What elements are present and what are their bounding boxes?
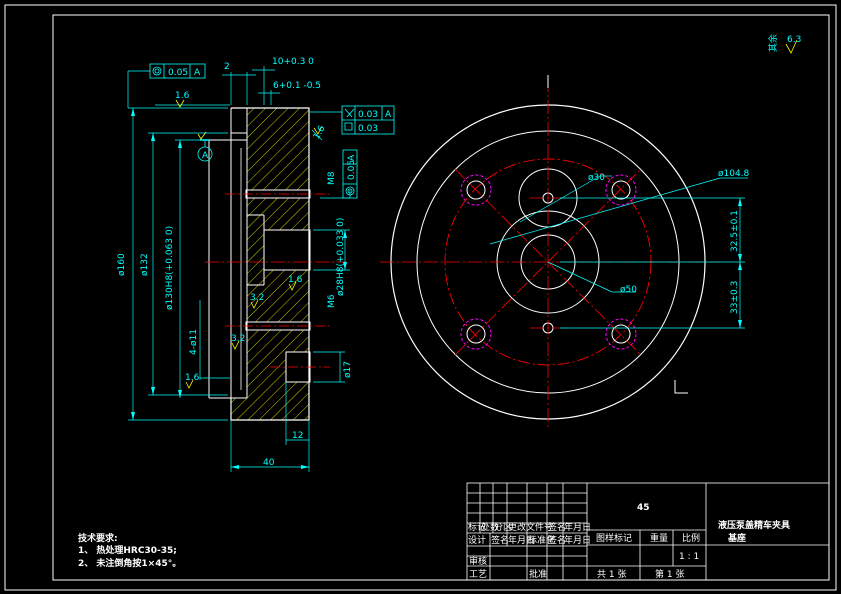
dim-33: 33±0.3 <box>730 281 740 314</box>
svg-text:年月日: 年月日 <box>564 534 591 546</box>
notes-line2: 2、 未注倒角按1×45°。 <box>78 557 181 569</box>
dim-2: 2 <box>224 62 230 72</box>
roughness-corner: 6.3 其余 <box>767 34 801 54</box>
svg-text:签名: 签名 <box>491 534 509 546</box>
dim-d130: ø130H8(+0.063 0) <box>165 226 175 310</box>
front-view: ø30 ø104.8 ø50 32.5±0.1 33±0.3 <box>380 75 750 428</box>
gt-side-value: 0.05 <box>347 160 357 180</box>
dim-d104: ø104.8 <box>718 169 750 179</box>
dim-m6: M6 <box>327 294 337 308</box>
title-sub: 基座 <box>727 532 746 544</box>
outer-frame <box>4 4 837 591</box>
roughness-1: 1.6 <box>175 91 190 101</box>
title-main: 液压泵盖精车夹具 <box>718 519 790 531</box>
notes-line1: 1、 热处理HRC30-35; <box>78 544 177 556</box>
sheet-total: 共 1 张 <box>597 569 626 580</box>
svg-text:设计: 设计 <box>468 534 486 546</box>
dim-6: 6+0.1 -0.5 <box>273 81 321 91</box>
title-block-text: 45 液压泵盖精车夹具 基座 1 : 1 共 1 张 第 1 张 图样标记 重量… <box>468 503 790 580</box>
material: 45 <box>637 503 650 513</box>
datum-a-label: A <box>202 151 209 161</box>
svg-text:重量: 重量 <box>650 532 668 544</box>
svg-text:更改文件号: 更改文件号 <box>508 521 553 533</box>
gt-concentricity-ref: A <box>194 68 201 78</box>
gt-side-ref: A <box>347 154 357 161</box>
dim-m8: M8 <box>327 171 337 185</box>
sheet-no: 第 1 张 <box>655 568 684 580</box>
dim-d160: ø160 <box>117 253 127 276</box>
scale: 1 : 1 <box>679 552 699 562</box>
svg-text:工艺: 工艺 <box>469 569 487 580</box>
gt-parallel-ref: A <box>385 110 392 120</box>
svg-text:其余: 其余 <box>767 34 779 52</box>
gt-parallel-value: 0.03 <box>358 110 378 120</box>
svg-text:审核: 审核 <box>469 555 487 567</box>
dim-325: 32.5±0.1 <box>730 210 740 252</box>
svg-text:6.3: 6.3 <box>787 35 801 45</box>
roughness-2: 1.6 <box>312 124 328 142</box>
dim-40: 40 <box>263 458 275 468</box>
roughness-6: 1.6 <box>185 373 200 383</box>
section-view: ø160 ø132 ø130H8(+0.063 0) 4-ø11 ø28H8(+… <box>117 57 395 472</box>
notes-heading: 技术要求: <box>78 532 118 544</box>
technical-notes: 技术要求: 1、 热处理HRC30-35; 2、 未注倒角按1×45°。 <box>78 532 181 569</box>
roughness-4: 3.2 <box>250 293 264 303</box>
svg-text:图样标记: 图样标记 <box>596 532 632 544</box>
dim-d132: ø132 <box>140 253 150 276</box>
roughness-5: 3.2 <box>231 334 245 344</box>
dim-4-d11: 4-ø11 <box>189 329 199 355</box>
dim-d28: ø28H8(+0.033 0) <box>336 218 346 296</box>
svg-text:年月日: 年月日 <box>564 521 591 533</box>
dim-12: 12 <box>292 431 303 441</box>
gt-flatness-value: 0.03 <box>358 124 378 134</box>
cad-drawing: ø160 ø132 ø130H8(+0.063 0) 4-ø11 ø28H8(+… <box>4 4 837 591</box>
svg-text:批准: 批准 <box>529 568 547 580</box>
roughness-3: 1.6 <box>288 275 303 285</box>
dim-d30: ø30 <box>588 173 605 183</box>
gt-concentricity-value: 0.05 <box>168 68 188 78</box>
svg-text:比例: 比例 <box>682 532 700 544</box>
dim-d50: ø50 <box>620 285 637 295</box>
dim-10: 10+0.3 0 <box>272 57 314 67</box>
dim-d17: ø17 <box>343 361 353 378</box>
